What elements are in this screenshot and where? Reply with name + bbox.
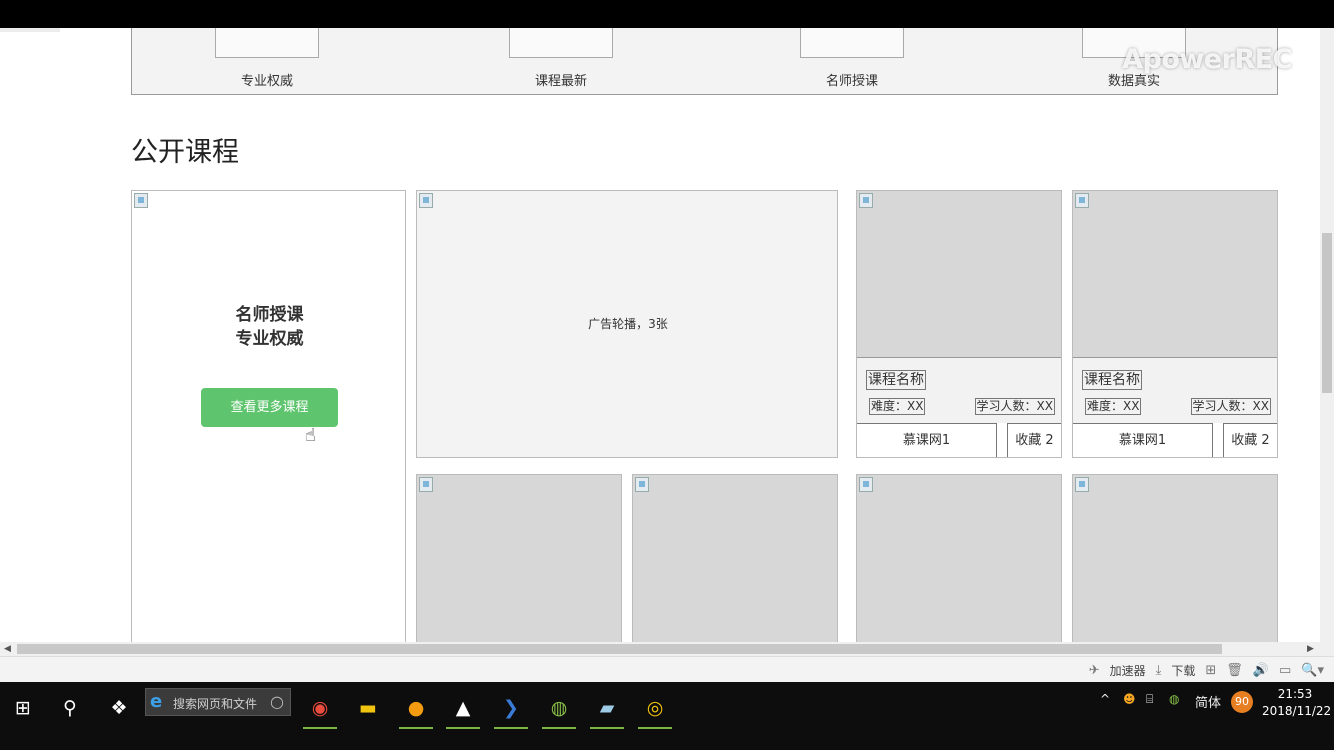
course-thumbnail[interactable] [857, 191, 1061, 357]
feature-image-placeholder [800, 28, 904, 58]
color-app-icon[interactable]: ◉ [300, 690, 340, 729]
feature-item: 名师授课 [800, 28, 904, 89]
scroll-right-icon[interactable]: ▶ [1307, 642, 1314, 656]
feature-bar: 专业权威 课程最新 名师授课 数据真实 [131, 28, 1278, 95]
app-circle-icon[interactable]: ● [396, 690, 436, 729]
course-tile[interactable] [856, 474, 1062, 642]
broken-image-icon [134, 193, 148, 208]
course-difficulty: 难度：XX [1085, 398, 1142, 415]
course-card[interactable]: 课程名称 难度：XX 学习人数：XX 慕课网1 收藏 2 [1072, 190, 1278, 458]
course-learners: 学习人数：XX [1190, 398, 1271, 415]
promo-heading-line: 专业权威 [235, 329, 304, 349]
feature-image-placeholder [509, 28, 613, 58]
browser-search-box[interactable]: e 搜索网页和文件 ○ [145, 688, 291, 716]
broken-image-icon [419, 477, 433, 492]
hand-cursor-icon: ☝ [305, 425, 316, 446]
vertical-scrollbar-thumb[interactable] [1322, 233, 1332, 393]
course-name[interactable]: 课程名称 [1082, 370, 1142, 390]
volume-icon[interactable]: 🔊 [1253, 663, 1269, 678]
course-tile[interactable] [1072, 474, 1278, 642]
broken-image-icon [859, 477, 873, 492]
horizontal-scrollbar-thumb[interactable] [17, 644, 1222, 654]
recording-top-bar [0, 0, 1334, 28]
feature-label: 专业权威 [240, 74, 293, 89]
vertical-scrollbar[interactable] [1320, 28, 1334, 642]
network-icon[interactable]: ⌸ [1146, 692, 1153, 707]
search-placeholder: 搜索网页和文件 [173, 697, 258, 711]
windows-start-icon[interactable]: ⊞ [3, 690, 43, 726]
notebook-icon[interactable]: ▰ [587, 690, 627, 729]
clock-time: 21:53 [1277, 687, 1313, 701]
course-thumbnail[interactable] [1073, 191, 1277, 357]
page-ghost-mark [0, 28, 60, 32]
ad-carousel[interactable]: 广告轮播，3张 [416, 190, 838, 458]
course-info: 课程名称 难度：XX 学习人数：XX [1073, 357, 1277, 423]
promo-heading-line: 名师授课 [235, 305, 304, 325]
trash-icon[interactable]: 🗑 [1226, 663, 1243, 678]
course-tile[interactable] [416, 474, 622, 642]
window-icon[interactable]: ▭ [1279, 663, 1291, 678]
course-name[interactable]: 课程名称 [866, 370, 926, 390]
scroll-left-icon[interactable]: ◀ [4, 642, 11, 656]
new-tab-icon[interactable]: ⊞ [1205, 663, 1216, 678]
feature-item: 专业权威 [215, 28, 319, 89]
broken-image-icon [419, 193, 433, 208]
course-card[interactable]: 课程名称 难度：XX 学习人数：XX 慕课网1 收藏 2 [856, 190, 1062, 458]
broken-image-icon [859, 193, 873, 208]
accelerator-label[interactable]: 加速器 [1110, 662, 1146, 679]
file-explorer-icon[interactable]: ▬ [348, 690, 388, 726]
download-label[interactable]: 下载 [1171, 662, 1195, 679]
feature-item: 课程最新 [509, 28, 613, 89]
course-difficulty: 难度：XX [869, 398, 926, 415]
tray-expand-icon[interactable]: ^ [1100, 692, 1110, 706]
feature-label: 名师授课 [825, 74, 878, 89]
ie-browser-icon: e [150, 691, 163, 712]
course-favorite[interactable]: 收藏 2 [1007, 423, 1061, 457]
carousel-caption: 广告轮播，3张 [588, 317, 668, 331]
magnifier-icon: ○ [270, 692, 284, 711]
broken-image-icon [1075, 193, 1089, 208]
promo-panel: 名师授课 专业权威 查看更多课程 [131, 190, 406, 642]
windows-taskbar: ⊞ ⚲ ❖ e 搜索网页和文件 ○ ◉ ▬ ● ▲ ❯ ◍ ▰ ◎ ^ ☻ ⌸ … [0, 682, 1334, 750]
browser-status-bar: ✈ 加速器 ⤓ 下载 ⊞ 🗑 🔊 ▭ 🔍▾ [0, 656, 1334, 682]
task-view-icon[interactable]: ❖ [99, 690, 139, 726]
chrome-icon[interactable]: ◎ [635, 690, 675, 729]
tray-badge[interactable]: 90 [1231, 691, 1253, 713]
download-icon[interactable]: ⤓ [1156, 663, 1162, 678]
horizontal-scrollbar[interactable]: ◀ ▶ [0, 642, 1334, 656]
photos-icon[interactable]: ▲ [443, 690, 483, 729]
feature-image-placeholder [215, 28, 319, 58]
zoom-icon[interactable]: 🔍▾ [1301, 663, 1324, 678]
course-learners: 学习人数：XX [974, 398, 1055, 415]
browser-viewport: 专业权威 课程最新 名师授课 数据真实 ApowerREC 公开课程 名师授课 … [0, 28, 1334, 642]
search-icon[interactable]: ⚲ [50, 690, 90, 726]
course-favorite[interactable]: 收藏 2 [1223, 423, 1277, 457]
section-title: 公开课程 [131, 137, 239, 168]
feature-label: 课程最新 [534, 74, 587, 89]
tray-wechat-icon[interactable]: ◍ [1169, 692, 1179, 706]
promo-heading: 名师授课 专业权威 [132, 303, 407, 351]
course-tile[interactable] [632, 474, 838, 642]
accelerator-icon[interactable]: ✈ [1089, 663, 1100, 678]
view-more-courses-button[interactable]: 查看更多课程 [201, 388, 338, 427]
system-clock[interactable]: 21:53 2018/11/22 [1262, 686, 1332, 720]
wechat-icon[interactable]: ◍ [539, 690, 579, 729]
recorder-watermark: ApowerREC [1122, 44, 1292, 75]
course-provider[interactable]: 慕课网1 [1073, 423, 1213, 457]
broken-image-icon [1075, 477, 1089, 492]
powershell-icon[interactable]: ❯ [491, 690, 531, 729]
broken-image-icon [635, 477, 649, 492]
course-provider[interactable]: 慕课网1 [857, 423, 997, 457]
course-info: 课程名称 难度：XX 学习人数：XX [857, 357, 1061, 423]
ime-indicator[interactable]: 简体 [1195, 692, 1221, 711]
tray-app-icon[interactable]: ☻ [1123, 692, 1136, 706]
clock-date: 2018/11/22 [1262, 704, 1332, 718]
